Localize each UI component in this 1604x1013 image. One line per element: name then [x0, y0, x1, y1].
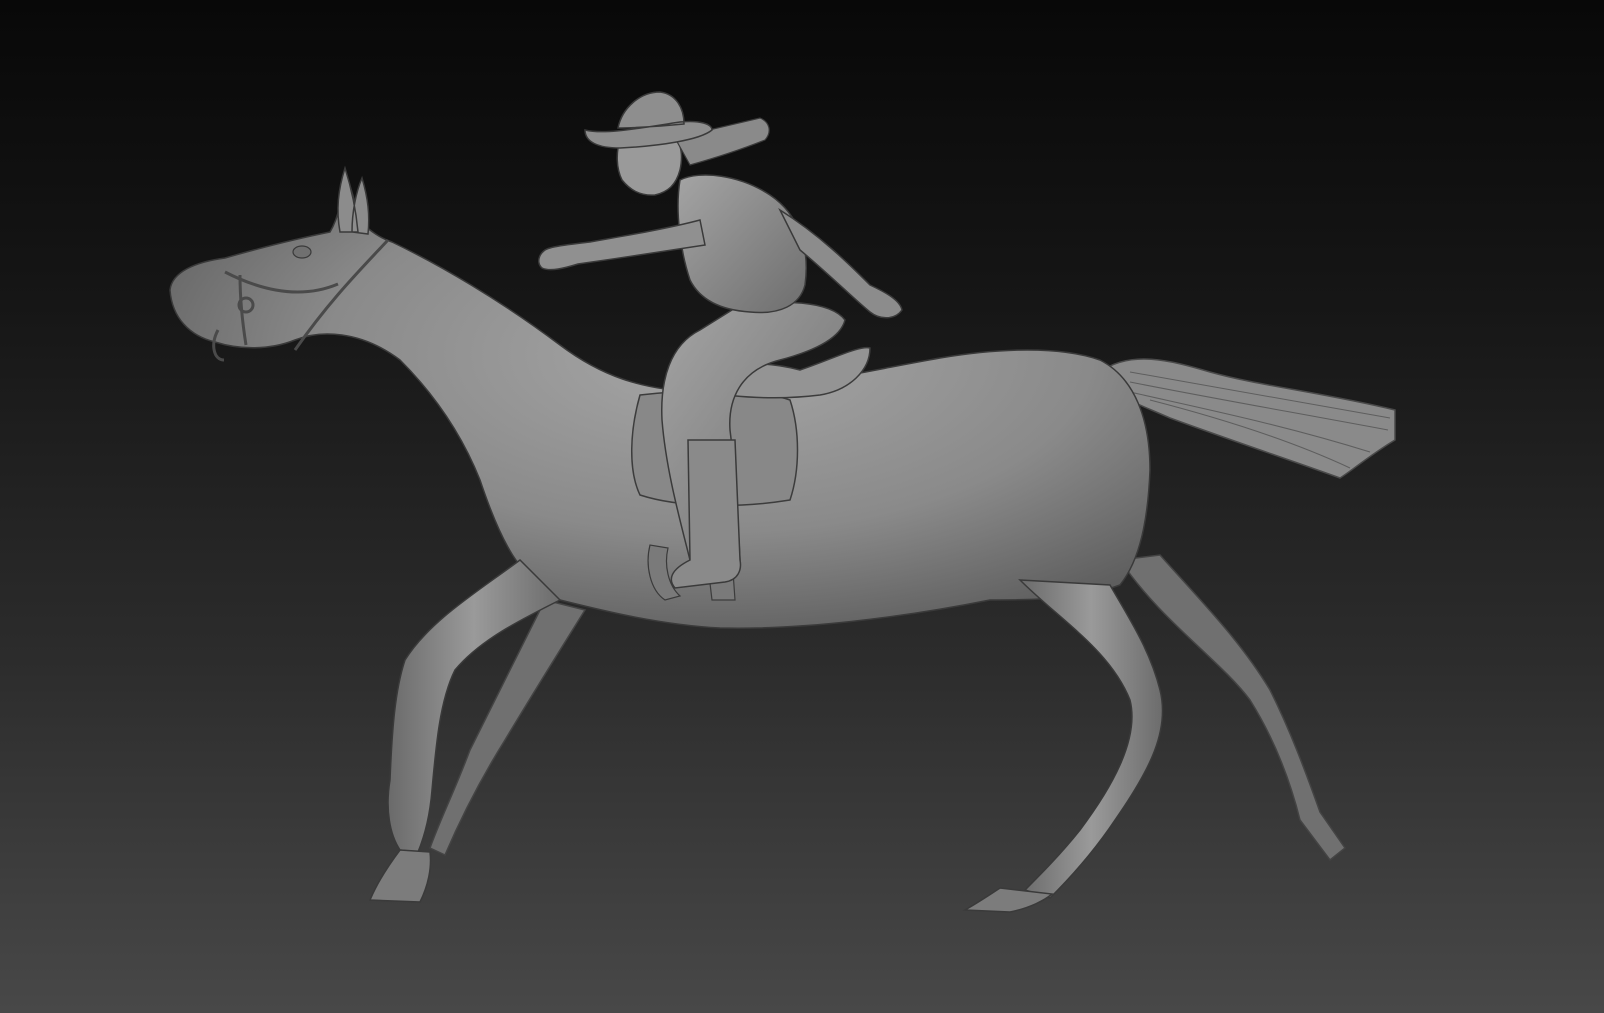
sculpt-viewport[interactable] [0, 0, 1604, 1013]
horse-ears [337, 165, 370, 235]
horse-near-hind-leg [1018, 579, 1164, 899]
horse-near-front-leg [387, 559, 562, 853]
sculpt-model[interactable] [0, 0, 1604, 1013]
horse-front-hoof [368, 849, 432, 903]
horse-eye [292, 245, 312, 259]
rider-front-arm [538, 219, 706, 271]
